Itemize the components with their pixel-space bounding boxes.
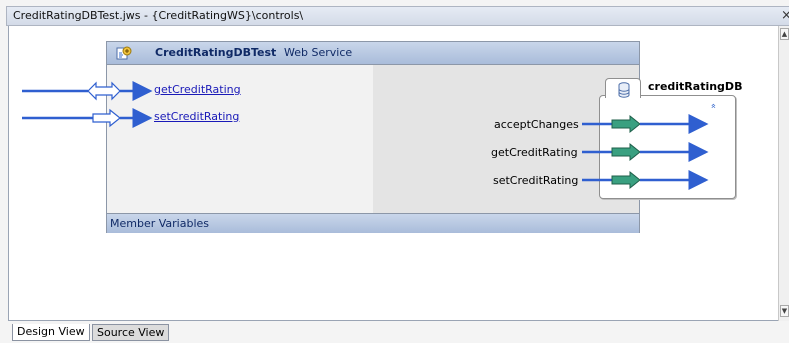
wire-diagram: [22, 81, 709, 190]
control-arrow-set-credit-rating[interactable]: [582, 170, 709, 190]
tab-design-view[interactable]: Design View: [12, 324, 90, 341]
control-arrow-accept-changes[interactable]: [582, 114, 709, 134]
control-arrow-get-credit-rating[interactable]: [582, 142, 709, 162]
bidirectional-arrow-icon[interactable]: [22, 81, 153, 101]
editor-window: CreditRatingDBTest.jws - {CreditRatingWS…: [0, 0, 789, 343]
view-tab-bar: Design View Source View: [8, 321, 789, 343]
inbound-arrow-icon[interactable]: [22, 108, 153, 128]
tab-source-view[interactable]: Source View: [92, 324, 170, 341]
